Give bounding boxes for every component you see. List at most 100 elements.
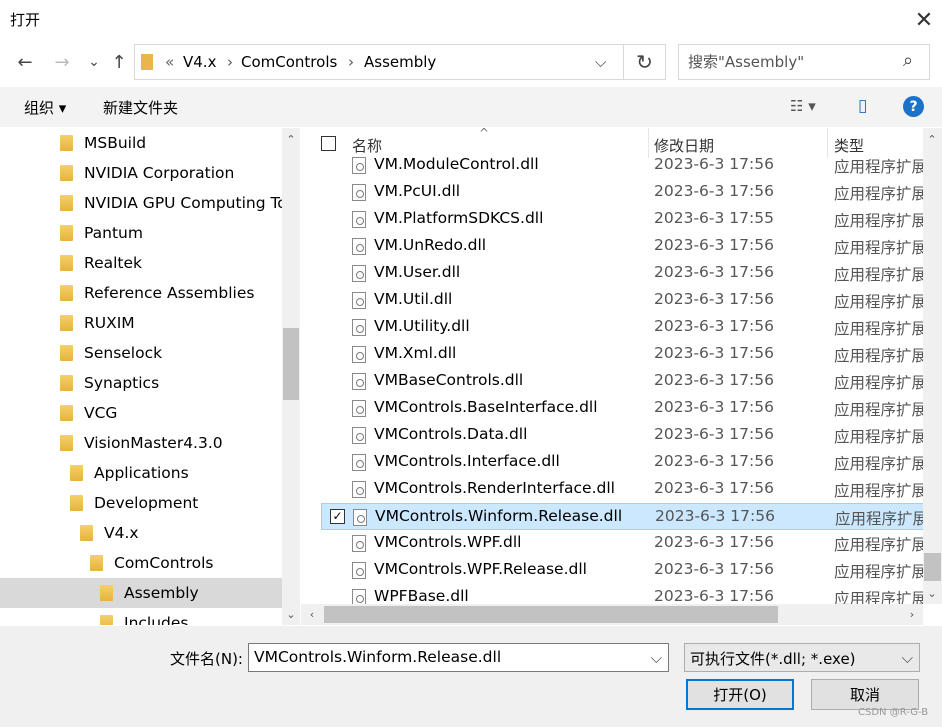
view-options-icon[interactable]: ☷ ▾ bbox=[790, 97, 816, 115]
cancel-button[interactable]: 取消 bbox=[811, 679, 919, 710]
row-checkbox[interactable]: ✓ bbox=[330, 509, 345, 524]
file-name: VMControls.Data.dll bbox=[374, 425, 528, 443]
nav-tree-item[interactable]: RUXIM bbox=[0, 308, 282, 338]
dialog-footer bbox=[0, 626, 942, 727]
file-row[interactable]: VM.UnRedo.dll 2023-6-3 17:56 应用程序扩展 bbox=[321, 233, 923, 260]
nav-tree-item[interactable]: Pantum bbox=[0, 218, 282, 248]
file-date: 2023-6-3 17:56 bbox=[654, 452, 774, 470]
breadcrumb-comcontrols[interactable]: ComControls bbox=[241, 53, 337, 71]
file-row[interactable]: VMBaseControls.dll 2023-6-3 17:56 应用程序扩展 bbox=[321, 368, 923, 395]
scroll-up-icon[interactable]: ⌃ bbox=[923, 130, 941, 148]
search-box[interactable]: ⌕ bbox=[678, 44, 930, 80]
file-row[interactable]: VM.PcUI.dll 2023-6-3 17:56 应用程序扩展 bbox=[321, 179, 923, 206]
scroll-right-icon[interactable]: › bbox=[903, 605, 921, 623]
nav-tree-item[interactable]: MSBuild bbox=[0, 128, 282, 158]
filename-combo[interactable]: ⌵ bbox=[248, 643, 669, 672]
file-row[interactable]: ✓ VMControls.Winform.Release.dll 2023-6-3 … bbox=[321, 503, 923, 530]
file-row[interactable]: VM.User.dll 2023-6-3 17:56 应用程序扩展 bbox=[321, 260, 923, 287]
file-type: 应用程序扩展 bbox=[834, 374, 923, 392]
file-date: 2023-6-3 17:56 bbox=[654, 236, 774, 254]
file-list-scrollbar[interactable]: ⌃ ⌄ bbox=[923, 128, 942, 604]
file-name: WPFBase.dll bbox=[374, 587, 469, 604]
nav-tree-label: Applications bbox=[94, 464, 189, 482]
nav-scrollbar-thumb[interactable] bbox=[283, 328, 299, 400]
forward-arrow-icon[interactable]: → bbox=[48, 48, 76, 76]
file-name: VMControls.Winform.Release.dll bbox=[375, 507, 623, 525]
file-row[interactable]: VMControls.Data.dll 2023-6-3 17:56 应用程序扩展 bbox=[321, 422, 923, 449]
select-all-checkbox[interactable] bbox=[321, 136, 336, 151]
horizontal-scrollbar-thumb[interactable] bbox=[324, 606, 778, 623]
scroll-down-icon[interactable]: ⌄ bbox=[923, 584, 941, 602]
dll-file-icon bbox=[352, 157, 366, 174]
watermark: CSDN @R-G-B bbox=[858, 707, 929, 718]
nav-tree-item[interactable]: Assembly bbox=[0, 578, 282, 608]
search-input[interactable] bbox=[688, 53, 898, 71]
file-name: VM.Utility.dll bbox=[374, 317, 470, 335]
folder-icon bbox=[60, 345, 73, 361]
search-icon[interactable]: ⌕ bbox=[903, 50, 913, 71]
file-date: 2023-6-3 17:56 bbox=[654, 155, 774, 173]
address-dropdown-icon[interactable]: ⌵ bbox=[595, 53, 606, 71]
nav-tree-item[interactable]: Applications bbox=[0, 458, 282, 488]
nav-tree-item[interactable]: VCG bbox=[0, 398, 282, 428]
nav-tree-item[interactable]: V4.x bbox=[0, 518, 282, 548]
nav-tree-item[interactable]: VisionMaster4.3.0 bbox=[0, 428, 282, 458]
scroll-down-icon[interactable]: ⌄ bbox=[282, 605, 300, 623]
filetype-dropdown-icon[interactable]: ⌵ bbox=[902, 649, 913, 667]
nav-tree-item[interactable]: NVIDIA GPU Computing To bbox=[0, 188, 287, 218]
nav-tree-item[interactable]: Realtek bbox=[0, 248, 282, 278]
scroll-left-icon[interactable]: ‹ bbox=[303, 605, 321, 623]
organize-menu-button[interactable]: 组织 ▾ bbox=[24, 97, 66, 118]
dll-file-icon bbox=[352, 346, 366, 363]
file-row[interactable]: VMControls.BaseInterface.dll 2023-6-3 17:… bbox=[321, 395, 923, 422]
new-folder-button[interactable]: 新建文件夹 bbox=[103, 97, 178, 118]
file-name: VM.PlatformSDKCS.dll bbox=[374, 209, 544, 227]
help-icon[interactable]: ? bbox=[903, 96, 924, 117]
back-arrow-icon[interactable]: ← bbox=[11, 48, 39, 76]
file-name: VM.ModuleControl.dll bbox=[374, 155, 539, 173]
file-row[interactable]: VM.Util.dll 2023-6-3 17:56 应用程序扩展 bbox=[321, 287, 923, 314]
nav-tree-item[interactable]: Reference Assemblies bbox=[0, 278, 282, 308]
file-row[interactable]: VMControls.Interface.dll 2023-6-3 17:56 应用… bbox=[321, 449, 923, 476]
filename-input[interactable] bbox=[254, 648, 644, 666]
file-row[interactable]: WPFBase.dll 2023-6-3 17:56 应用程序扩展 bbox=[321, 584, 923, 604]
close-icon[interactable]: ✕ bbox=[906, 2, 942, 38]
file-type: 应用程序扩展 bbox=[834, 563, 923, 581]
nav-tree-item[interactable]: ComControls bbox=[0, 548, 282, 578]
filename-dropdown-icon[interactable]: ⌵ bbox=[651, 649, 662, 667]
dll-file-icon bbox=[352, 400, 366, 417]
recent-locations-chevron-icon[interactable]: ⌄ bbox=[80, 48, 108, 76]
breadcrumb-v4x[interactable]: V4.x bbox=[183, 53, 216, 71]
refresh-icon[interactable]: ↻ bbox=[624, 44, 666, 80]
folder-icon bbox=[60, 165, 73, 181]
folder-icon bbox=[100, 585, 113, 601]
nav-tree-item[interactable]: NVIDIA Corporation bbox=[0, 158, 282, 188]
scroll-up-icon[interactable]: ⌃ bbox=[282, 130, 300, 148]
file-row[interactable]: VMControls.WPF.Release.dll 2023-6-3 17:56… bbox=[321, 557, 923, 584]
filetype-select[interactable]: 可执行文件(*.dll; *.exe) ⌵ bbox=[684, 643, 920, 672]
address-bar[interactable]: « V4.x › ComControls › Assembly ⌵ bbox=[134, 44, 624, 80]
file-row[interactable]: VMControls.RenderInterface.dll 2023-6-3 1… bbox=[321, 476, 923, 503]
file-name: VM.User.dll bbox=[374, 263, 461, 281]
nav-tree-item[interactable]: Synaptics bbox=[0, 368, 282, 398]
folder-icon bbox=[100, 615, 113, 625]
title-bar: 打开 ✕ bbox=[0, 0, 942, 40]
nav-tree-item[interactable]: Senselock bbox=[0, 338, 282, 368]
preview-pane-icon[interactable]: ▯ bbox=[858, 96, 867, 116]
nav-tree-item[interactable]: Includes bbox=[0, 608, 282, 625]
nav-tree-item[interactable]: Development bbox=[0, 488, 282, 518]
breadcrumb-assembly[interactable]: Assembly bbox=[364, 53, 436, 71]
file-row[interactable]: VM.PlatformSDKCS.dll 2023-6-3 17:55 应用程序扩展 bbox=[321, 206, 923, 233]
file-list-scrollbar-thumb[interactable] bbox=[924, 553, 941, 581]
file-date: 2023-6-3 17:56 bbox=[654, 182, 774, 200]
file-type: 应用程序扩展 bbox=[834, 590, 923, 604]
up-arrow-icon[interactable]: ↑ bbox=[105, 48, 133, 76]
file-row[interactable]: VM.Utility.dll 2023-6-3 17:56 应用程序扩展 bbox=[321, 314, 923, 341]
open-button[interactable]: 打开(O) bbox=[686, 679, 794, 710]
file-row[interactable]: VM.Xml.dll 2023-6-3 17:56 应用程序扩展 bbox=[321, 341, 923, 368]
file-date: 2023-6-3 17:56 bbox=[654, 344, 774, 362]
file-row[interactable]: VMControls.WPF.dll 2023-6-3 17:56 应用程序扩展 bbox=[321, 530, 923, 557]
breadcrumb-overflow[interactable]: « bbox=[165, 53, 174, 71]
folder-icon bbox=[60, 435, 73, 451]
file-row[interactable]: VM.ModuleControl.dll 2023-6-3 17:56 应用程序扩展 bbox=[321, 152, 923, 179]
